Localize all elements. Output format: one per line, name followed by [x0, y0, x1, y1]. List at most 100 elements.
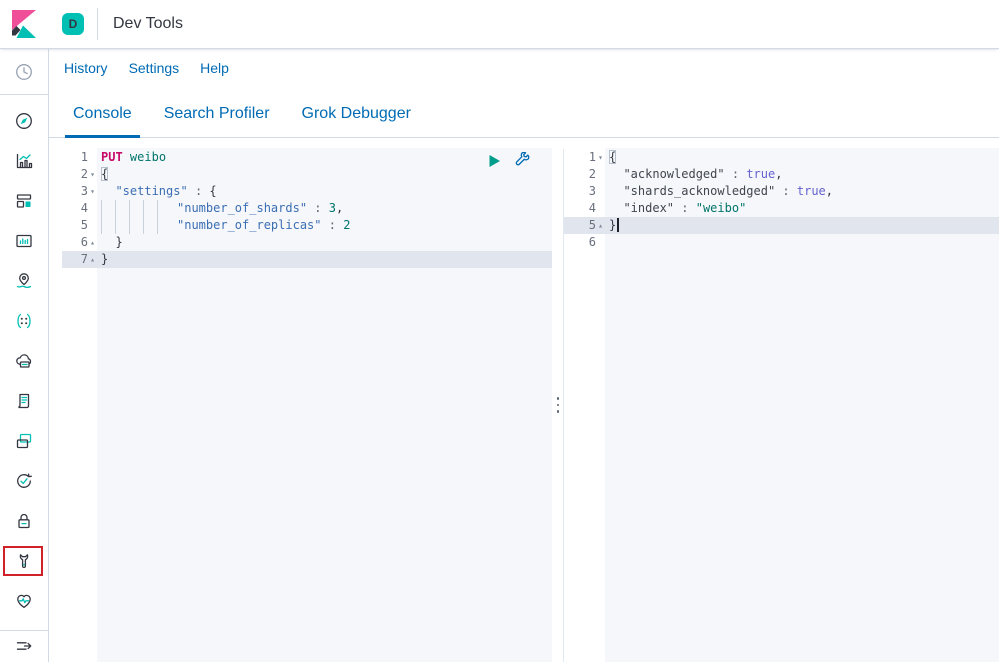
sidebar-item-apm[interactable] [14, 431, 34, 451]
fold-spacer [596, 183, 605, 200]
fold-toggle-icon[interactable]: ▴ [596, 217, 605, 234]
sidebar-bottom-divider [0, 630, 48, 631]
sidebar-item-visualize[interactable] [14, 151, 34, 171]
nav-link-history[interactable]: History [64, 60, 108, 76]
code-line: 2 "acknowledged" : true, [564, 166, 999, 183]
code-line: 4 "index" : "weibo" [564, 200, 999, 217]
kibana-dev-tools-page: D Dev Tools HistorySettingsHelp ConsoleS… [0, 0, 999, 662]
request-editor[interactable]: 1PUT weibo2▾{3▾ "settings" : {4"number_o… [62, 149, 552, 662]
line-number: 3 [564, 183, 596, 200]
code-token: : [329, 218, 336, 232]
line-number: 5 [62, 217, 88, 234]
tab-console[interactable]: Console [65, 105, 140, 138]
code-token [790, 184, 797, 198]
code-text: "number_of_replicas" : 2 [97, 217, 552, 234]
tab-search-profiler[interactable]: Search Profiler [156, 105, 278, 138]
code-token: : [732, 167, 739, 181]
code-text: } [97, 251, 552, 268]
app-sidebar [0, 48, 49, 662]
fold-toggle-icon[interactable]: ▾ [88, 183, 97, 200]
code-line: 7▴} [62, 251, 552, 268]
code-token: "index" [623, 201, 674, 215]
code-token: , [826, 184, 833, 198]
line-number: 4 [62, 200, 88, 217]
header-divider [97, 8, 98, 40]
sidebar-item-maps[interactable] [14, 271, 34, 291]
kibana-logo[interactable] [0, 0, 48, 48]
sidebar-item-infrastructure[interactable] [14, 351, 34, 371]
code-line: 6 [564, 234, 999, 251]
gutter-cell: 1▾ [564, 149, 605, 166]
sidebar-item-discover[interactable] [14, 111, 34, 131]
code-text: "shards_acknowledged" : true, [605, 183, 999, 200]
gutter-cell: 3▾ [62, 183, 97, 200]
line-number: 5 [564, 217, 596, 234]
sidebar-item-recent-items[interactable] [14, 62, 34, 82]
text-cursor [617, 218, 619, 232]
fold-spacer [596, 200, 605, 217]
code-token [123, 150, 130, 164]
code-token: 3 [329, 201, 336, 215]
code-token: } [101, 235, 123, 249]
line-number: 2 [62, 166, 88, 183]
request-options-button[interactable] [514, 152, 531, 169]
code-token: "number_of_shards" [177, 201, 307, 215]
kibana-logo-icon [12, 10, 36, 38]
nav-link-settings[interactable]: Settings [129, 60, 180, 76]
sidebar-item-collapse-navigation[interactable] [14, 636, 34, 656]
code-token: true [746, 167, 775, 181]
gutter-cell: 2▾ [62, 166, 97, 183]
fold-toggle-icon[interactable]: ▾ [596, 149, 605, 166]
code-token: PUT [101, 150, 123, 164]
code-token [609, 201, 623, 215]
code-text [605, 234, 999, 251]
sidebar-item-dashboard[interactable] [14, 191, 34, 211]
uptime-icon [14, 471, 34, 491]
gutter-cell: 4 [62, 200, 97, 217]
code-token: : [314, 201, 321, 215]
response-editor[interactable]: 1▾ {2 "acknowledged" : true,3 "shards_ack… [563, 149, 999, 662]
fold-toggle-icon[interactable]: ▾ [88, 166, 97, 183]
tab-grok-debugger[interactable]: Grok Debugger [294, 105, 419, 138]
discover-icon [14, 111, 34, 131]
code-text: "number_of_shards" : 3, [97, 200, 552, 217]
code-token [609, 167, 623, 181]
code-text: { [97, 166, 552, 183]
send-request-button[interactable] [488, 154, 501, 168]
line-number: 6 [564, 234, 596, 251]
dashboard-icon [14, 191, 34, 211]
code-token: , [336, 201, 343, 215]
line-number: 1 [564, 149, 596, 166]
line-number: 3 [62, 183, 88, 200]
code-text: { [605, 149, 999, 166]
code-token: "acknowledged" [623, 167, 724, 181]
code-token: "settings" [115, 184, 187, 198]
indent-guides [101, 217, 163, 234]
sidebar-item-canvas[interactable] [14, 231, 34, 251]
sidebar-item-monitoring[interactable] [14, 591, 34, 611]
code-line: 3 "shards_acknowledged" : true, [564, 183, 999, 200]
line-number: 7 [62, 251, 88, 268]
code-token [609, 184, 623, 198]
code-line: 1▾ { [564, 149, 999, 166]
code-token: { [609, 150, 616, 164]
code-token [725, 167, 732, 181]
siem-icon [14, 511, 34, 531]
fold-toggle-icon[interactable]: ▴ [88, 251, 97, 268]
sidebar-item-dev-tools[interactable] [14, 551, 34, 571]
line-number: 1 [62, 149, 88, 166]
code-text: "settings" : { [97, 183, 552, 200]
monitoring-icon [14, 591, 34, 611]
dev-tools-tab-bar: Console Search Profiler Grok Debugger [48, 88, 999, 138]
fold-toggle-icon[interactable]: ▴ [88, 234, 97, 251]
gutter-cell: 6 [564, 234, 605, 251]
fold-spacer [596, 166, 605, 183]
code-token [322, 218, 329, 232]
sidebar-item-uptime[interactable] [14, 471, 34, 491]
nav-link-help[interactable]: Help [200, 60, 229, 76]
sidebar-item-logs[interactable] [14, 391, 34, 411]
gutter-cell: 1 [62, 149, 97, 166]
gutter-cell: 5▴ [564, 217, 605, 234]
sidebar-item-siem[interactable] [14, 511, 34, 531]
sidebar-item-machine-learning[interactable] [14, 311, 34, 331]
